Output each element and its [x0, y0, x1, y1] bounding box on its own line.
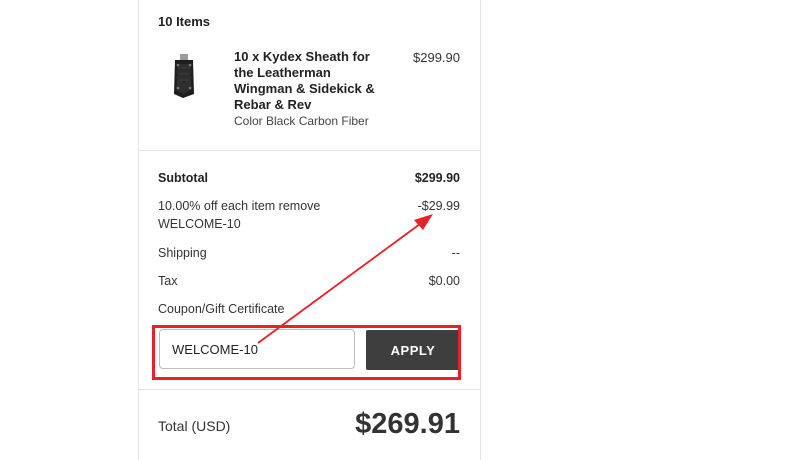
product-price: $299.90 — [413, 50, 460, 65]
kydex-sheath-image — [163, 52, 203, 100]
subtotal-value: $299.90 — [414, 171, 460, 185]
total-value: $269.91 — [355, 408, 460, 440]
coupon-input[interactable] — [159, 329, 355, 369]
product-variant: Color Black Carbon Fiber — [234, 114, 369, 128]
discount-value: -$29.99 — [417, 199, 460, 213]
coupon-label: Coupon/Gift Certificate — [158, 302, 285, 316]
items-count-title: 10 Items — [158, 14, 211, 29]
total-label: Total (USD) — [158, 418, 231, 434]
divider — [139, 389, 480, 390]
discount-label[interactable]: 10.00% off each item remove WELCOME-10 — [158, 197, 358, 233]
shipping-label: Shipping — [158, 246, 207, 260]
product-name[interactable]: 10 x Kydex Sheath for the Leatherman Win… — [234, 49, 384, 113]
shipping-value: -- — [451, 246, 460, 260]
order-summary-panel: 10 Items 10 x Kydex Sheath for the Leath… — [138, 0, 481, 460]
apply-button[interactable]: APPLY — [366, 330, 460, 370]
divider — [139, 150, 480, 151]
tax-label: Tax — [158, 274, 178, 288]
subtotal-label: Subtotal — [158, 171, 208, 185]
tax-value: $0.00 — [428, 274, 460, 288]
